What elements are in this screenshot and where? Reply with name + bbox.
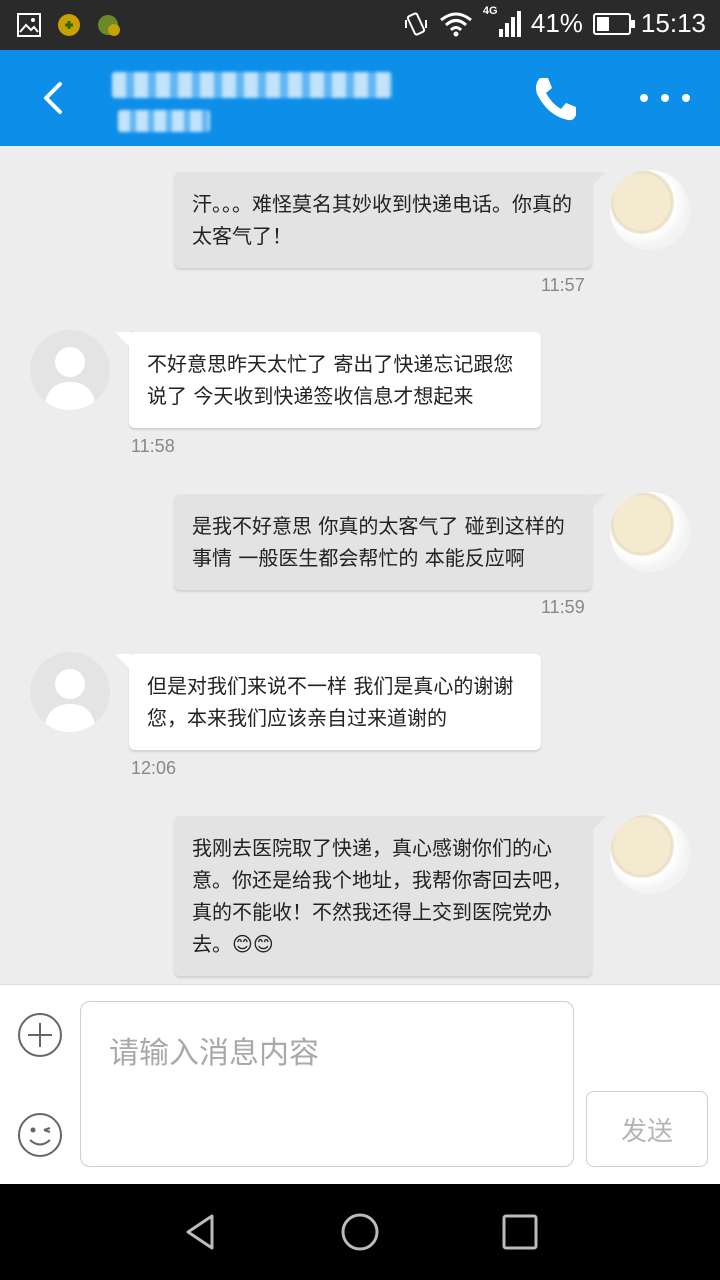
recents-square-icon[interactable] [500,1212,540,1252]
message-bubble-outgoing[interactable]: 汗。。。难怪莫名其妙收到快递电话。你真的太客气了！ [174,172,606,268]
gallery-icon [17,13,41,37]
message-time: 11:59 [541,597,585,617]
back-triangle-icon[interactable] [180,1212,220,1252]
emoji-icon[interactable] [16,1111,64,1159]
message-bubble-incoming[interactable]: 不好意思昨天太忙了 寄出了快递忘记跟您说了 今天收到快递签收信息才想起来 [115,332,541,428]
phone-icon[interactable] [528,72,582,126]
battery-percent: 41% [530,8,583,38]
back-icon[interactable] [30,74,78,122]
signal-icon: 4G [483,5,521,39]
message-bubble-incoming[interactable]: 但是对我们来说不一样 我们是真心的谢谢您，本来我们应该亲自过来道谢的 [115,654,541,750]
chat-header [0,50,720,146]
message-time: 12:06 [131,758,177,778]
contact-name-redacted [112,72,392,98]
vibrate-icon [404,11,427,36]
contact-status-redacted [118,110,210,132]
message-list: 汗。。。难怪莫名其妙收到快递电话。你真的太客气了！ 11:57 不好意思昨天太忙… [0,146,720,984]
send-button[interactable]: 发送 [586,1091,708,1167]
battery-fill [596,16,609,31]
home-circle-icon[interactable] [340,1212,380,1252]
add-icon[interactable] [16,1011,64,1059]
message-time: 11:57 [541,275,585,295]
status-bar: 4G 41% 15:13 [0,0,720,50]
my-avatar[interactable] [610,814,690,894]
contact-avatar[interactable] [30,652,110,732]
clock: 15:13 [640,8,706,38]
message-time: 11:58 [131,436,175,456]
compose-bar: 发送 [0,984,720,1184]
wifi-icon [439,12,472,36]
app-badge-icon-2 [98,15,120,36]
my-avatar[interactable] [610,492,690,572]
message-input[interactable] [80,1001,574,1167]
message-bubble-outgoing[interactable]: 我刚去医院取了快递，真心感谢你们的心意。你还是给我个地址，我帮你寄回去吧，真的不… [174,816,606,976]
app-badge-icon [58,14,80,36]
contact-avatar[interactable] [30,330,110,410]
message-bubble-outgoing[interactable]: 是我不好意思 你真的太客气了 碰到这样的事情 一般医生都会帮忙的 本能反应啊 [174,494,606,590]
navigation-bar [0,1184,720,1280]
battery-icon [592,12,635,35]
more-icon[interactable] [640,86,690,110]
my-avatar[interactable] [610,170,690,250]
